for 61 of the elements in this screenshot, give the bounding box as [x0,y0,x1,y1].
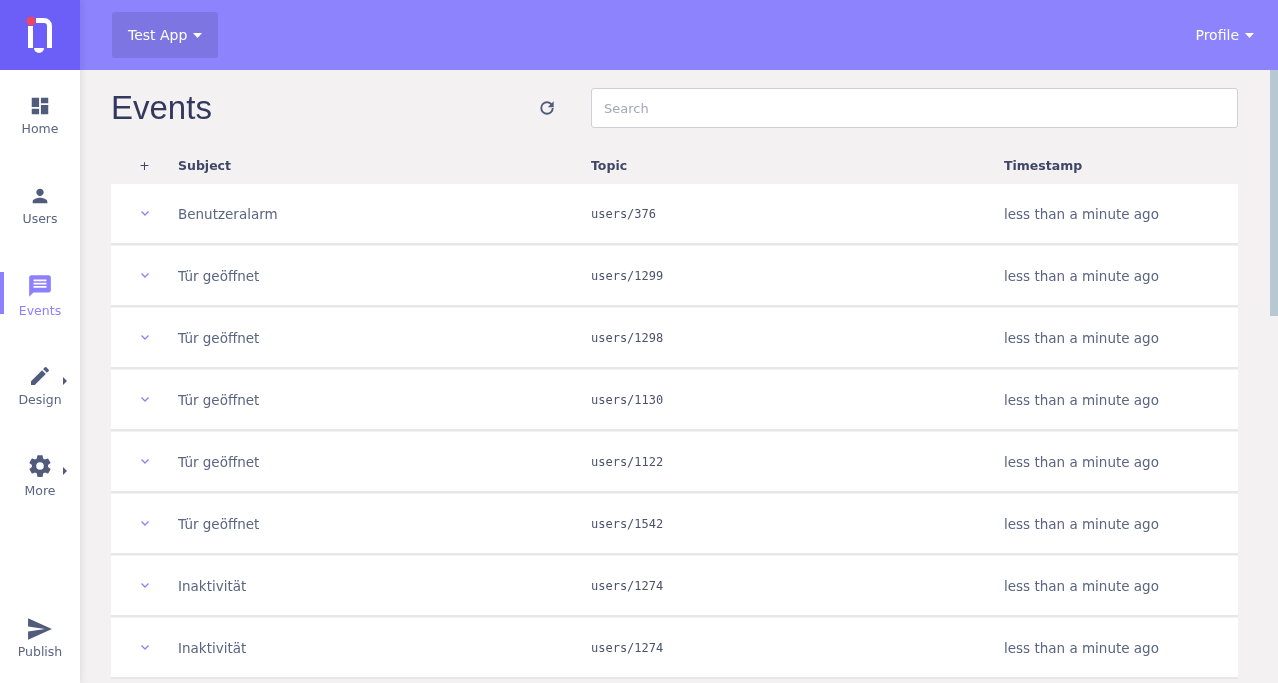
chevron-down-icon[interactable] [140,211,149,216]
table-row[interactable]: Benutzeralarm users/376 less than a minute ago [111,184,1238,243]
chevron-down-icon[interactable] [140,645,149,650]
chevron-down-icon[interactable] [140,459,149,464]
table-cell-text: users/1274 [591,640,665,655]
table-cell-text: users/1130 [591,392,665,407]
refresh-icon [537,98,557,118]
table-cell-text: Tür geöffnet [178,515,261,532]
table-cell-text: less than a minute ago [1004,391,1160,408]
table-row[interactable]: Tür geöffnet users/1542 less than a minute ago [111,494,1238,553]
table-cell-text: less than a minute ago [1004,329,1160,346]
sidebar-item[interactable]: Users [0,160,80,250]
column-header: Timestamp [1004,157,1084,173]
table-cell-text: users/1122 [591,454,665,469]
table-cell-text: Tür geöffnet [178,329,261,346]
send-icon [27,617,53,640]
scrollbar[interactable] [1270,70,1278,316]
table-cell-text: users/1298 [591,330,665,345]
table-cell-text: Benutzeralarm [178,205,279,222]
caret-icon [1245,32,1254,38]
caret-icon [193,32,203,38]
table-cell-text: Tür geöffnet [178,267,261,284]
search-field[interactable]: Search [591,88,1238,128]
sidebar-item[interactable]: More [0,430,80,520]
table-row[interactable]: Tür geöffnet users/1122 less than a minute ago [111,432,1238,491]
table-row[interactable]: Inaktivität users/1274 less than a minute ago [111,618,1238,677]
table-cell-text: less than a minute ago [1004,453,1160,470]
table-cell-text: less than a minute ago [1004,267,1160,284]
table-cell-text: users/1274 [591,578,665,593]
table-cell-text: less than a minute ago [1004,205,1160,222]
table-cell-text: users/1299 [591,268,665,283]
table-cell-text: Tür geöffnet [178,391,261,408]
table-cell-text: Inaktivität [178,639,248,656]
column-header: Topic [591,157,629,173]
logo-icon[interactable] [25,14,55,56]
app-dropdown[interactable]: Test App [112,12,219,58]
sidebar-item[interactable]: Home [0,70,80,160]
chevron-down-icon[interactable] [140,335,149,340]
message-icon [27,272,53,299]
expand-all-toggle[interactable]: + [139,157,150,173]
table-row[interactable]: Tür geöffnet users/1298 less than a minute ago [111,308,1238,367]
sidebar-item[interactable]: Design [0,340,80,430]
table-cell-text: less than a minute ago [1004,639,1160,656]
settings-icon [27,452,53,479]
sidebar-item[interactable]: Publish [0,593,80,683]
active-indicator [0,272,4,314]
table-row[interactable]: Inaktivität users/1274 less than a minute ago [111,556,1238,615]
chevron-down-icon[interactable] [140,583,149,588]
page-title: Events [111,89,213,127]
table-cell-text: less than a minute ago [1004,577,1160,594]
table-cell-text: users/1542 [591,516,665,531]
chevron-down-icon[interactable] [140,273,149,278]
table-row[interactable]: Tür geöffnet users/1130 less than a minute ago [111,370,1238,429]
table-cell-text: less than a minute ago [1004,515,1160,532]
chevron-down-icon[interactable] [140,521,149,526]
chevron-down-icon[interactable] [140,397,149,402]
table-cell-text: Inaktivität [178,577,248,594]
table-row[interactable]: Tür geöffnet users/1299 less than a minute ago [111,246,1238,305]
column-header: Subject [178,157,232,173]
table-cell-text: Tür geöffnet [178,453,261,470]
table-cell-text: users/376 [591,206,658,221]
